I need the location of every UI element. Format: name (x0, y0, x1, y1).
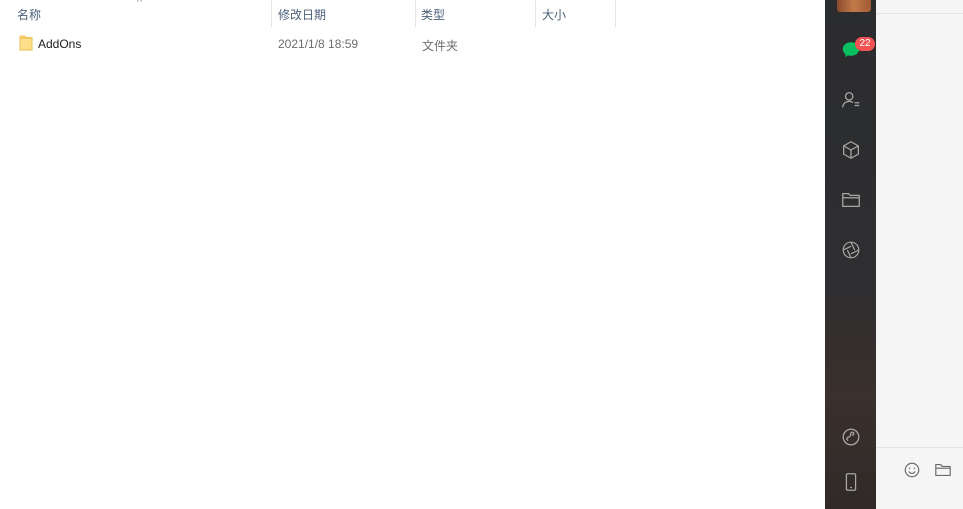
file-type: 文件夹 (422, 39, 459, 53)
chat-input-area[interactable] (876, 448, 963, 509)
column-type-label: 类型 (421, 8, 446, 22)
file-date: 2021/1/8 18:59 (278, 37, 359, 51)
favorites-icon[interactable] (825, 135, 876, 165)
folder-icon[interactable] (934, 461, 952, 479)
column-name-label: 名称 (17, 8, 42, 22)
column-name-header[interactable]: 名称 ^ (0, 0, 272, 27)
moments-icon[interactable] (825, 235, 876, 265)
chat-panel (876, 0, 963, 509)
phone-icon[interactable] (825, 467, 876, 497)
column-size-label: 大小 (542, 8, 567, 22)
sort-up-icon: ^ (137, 0, 143, 8)
title-divider (876, 13, 963, 14)
column-type-header[interactable]: 类型 (416, 0, 536, 27)
column-date-header[interactable]: 修改日期 (272, 0, 416, 27)
wechat-sidebar: 22 (825, 0, 876, 509)
files-icon[interactable] (825, 185, 876, 215)
column-size-header[interactable]: 大小 (536, 0, 616, 27)
unread-badge: 22 (855, 37, 875, 51)
column-header: 名称 ^ 修改日期 类型 大小 (0, 0, 616, 27)
file-row[interactable]: AddOns 2021/1/8 18:59 文件夹 (0, 33, 616, 55)
folder-icon (19, 35, 33, 51)
file-name: AddOns (38, 37, 82, 51)
column-date-label: 修改日期 (278, 8, 327, 22)
emoji-icon[interactable] (903, 461, 921, 479)
file-explorer: 名称 ^ 修改日期 类型 大小 AddOns 2021/1/8 18:59 文件… (0, 0, 825, 509)
avatar[interactable] (837, 0, 871, 12)
contacts-icon[interactable] (825, 85, 876, 115)
miniprogram-icon[interactable] (825, 422, 876, 452)
